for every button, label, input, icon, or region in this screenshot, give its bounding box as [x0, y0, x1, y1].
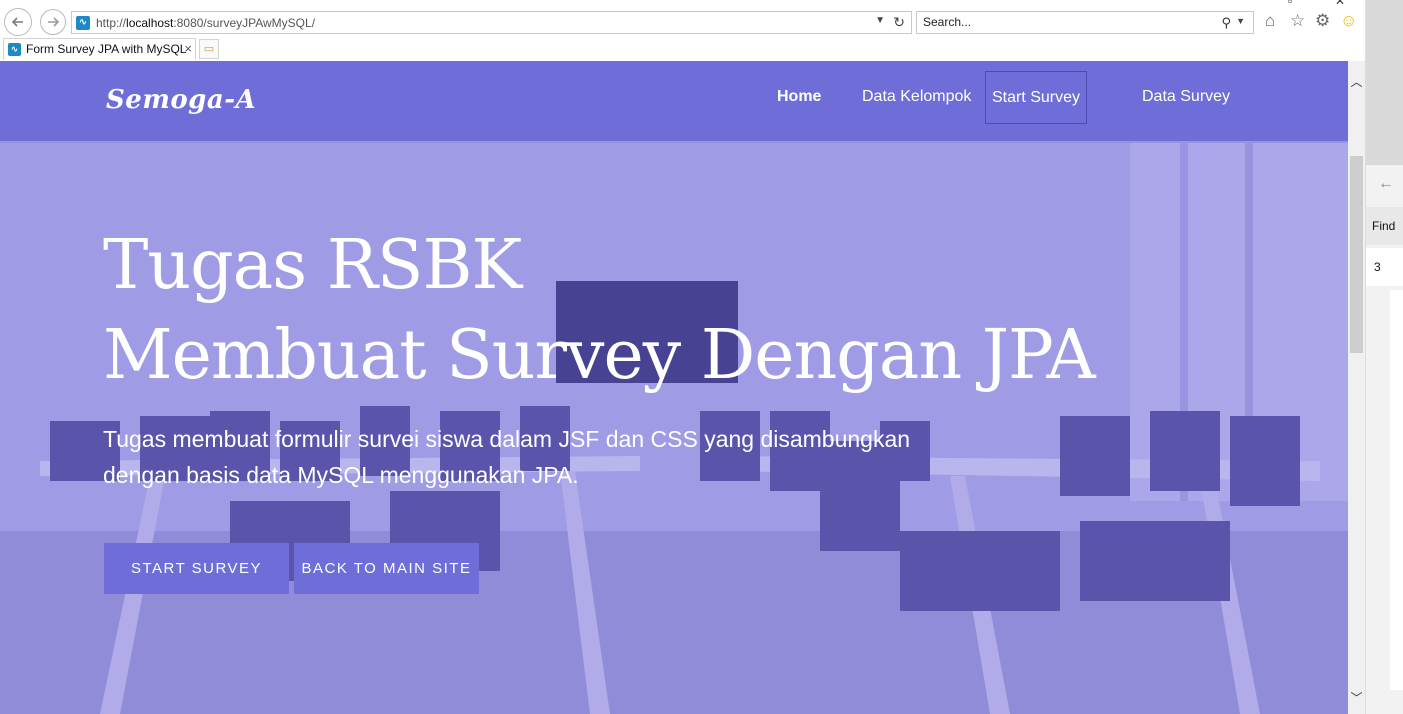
- hero-title: Tugas RSBK Membuat Survey Dengan JPA: [103, 221, 1096, 401]
- site-navbar: Semoga-A Home Data Kelompok Start Survey…: [0, 61, 1348, 141]
- search-icon[interactable]: ⚲: [1221, 15, 1231, 31]
- nav-home-link[interactable]: Home: [777, 88, 821, 106]
- hero-subtitle-line-2: dengan basis data MySQL menggunakan JPA.: [103, 462, 579, 488]
- arrow-left-icon[interactable]: ←: [1378, 175, 1394, 193]
- restore-window-icon[interactable]: ▫: [1288, 0, 1292, 8]
- new-tab-button[interactable]: ▭: [199, 39, 219, 59]
- back-to-main-site-button[interactable]: BACK TO MAIN SITE: [294, 543, 479, 594]
- scroll-up-icon[interactable]: ︿: [1348, 73, 1365, 90]
- find-side-pane: ← Find 3: [1365, 0, 1403, 714]
- page-scrollbar[interactable]: ︿ ﹀: [1348, 61, 1365, 714]
- forward-button[interactable]: [40, 9, 66, 35]
- chevron-down-icon[interactable]: ▼: [1236, 16, 1245, 26]
- hero-title-line-2: Membuat Survey Dengan JPA: [103, 316, 1096, 395]
- close-window-icon[interactable]: ✕: [1335, 0, 1345, 8]
- side-pane-body: [1390, 290, 1403, 690]
- scroll-down-icon[interactable]: ﹀: [1348, 689, 1365, 706]
- hero-subtitle: Tugas membuat formulir survei siswa dala…: [103, 421, 933, 493]
- tab-favicon-icon: ∿: [8, 43, 21, 56]
- url-host: localhost: [126, 16, 174, 30]
- address-bar[interactable]: ∿ http://localhost:8080/surveyJPAwMySQL/…: [71, 11, 912, 34]
- favorites-star-icon[interactable]: ☆: [1290, 11, 1305, 31]
- page-viewport: Semoga-A Home Data Kelompok Start Survey…: [0, 61, 1348, 714]
- start-survey-button[interactable]: START SURVEY: [104, 543, 289, 594]
- refresh-icon[interactable]: ↻: [893, 14, 905, 31]
- brand-logo[interactable]: Semoga-A: [106, 85, 256, 115]
- find-label[interactable]: Find: [1366, 207, 1403, 245]
- site-favicon-icon: ∿: [76, 16, 90, 30]
- gear-icon[interactable]: ⚙: [1315, 11, 1330, 31]
- url-prefix: http://: [96, 16, 127, 30]
- hero-subtitle-line-1: Tugas membuat formulir survei siswa dala…: [103, 426, 911, 452]
- feedback-smiley-icon[interactable]: ☺: [1340, 11, 1357, 31]
- hero-title-line-1: Tugas RSBK: [103, 226, 522, 305]
- arrow-left-icon: [11, 17, 23, 27]
- nav-data-kelompok-link[interactable]: Data Kelompok: [862, 88, 971, 106]
- side-pane-header: [1366, 0, 1403, 165]
- search-box[interactable]: ⚲ ▼: [916, 11, 1254, 34]
- search-input[interactable]: [923, 15, 1203, 29]
- new-tab-icon: ▭: [203, 43, 215, 55]
- home-icon[interactable]: ⌂: [1265, 11, 1275, 31]
- nav-data-survey-link[interactable]: Data Survey: [1142, 88, 1230, 106]
- find-match-count: 3: [1366, 248, 1403, 286]
- close-tab-icon[interactable]: ×: [184, 39, 192, 59]
- browser-tab[interactable]: ∿ Form Survey JPA with MySQL ×: [3, 38, 196, 60]
- url-text[interactable]: http://localhost:8080/surveyJPAwMySQL/: [96, 16, 315, 30]
- browser-chrome: ∿ http://localhost:8080/surveyJPAwMySQL/…: [0, 0, 1403, 61]
- chevron-down-icon[interactable]: ▼: [875, 15, 885, 26]
- back-button[interactable]: [4, 8, 32, 36]
- arrow-right-icon: [48, 17, 60, 27]
- scrollbar-thumb[interactable]: [1350, 156, 1363, 353]
- nav-start-survey-link[interactable]: Start Survey: [985, 71, 1087, 124]
- url-rest: :8080/surveyJPAwMySQL/: [173, 16, 316, 30]
- tab-title: Form Survey JPA with MySQL: [26, 42, 187, 56]
